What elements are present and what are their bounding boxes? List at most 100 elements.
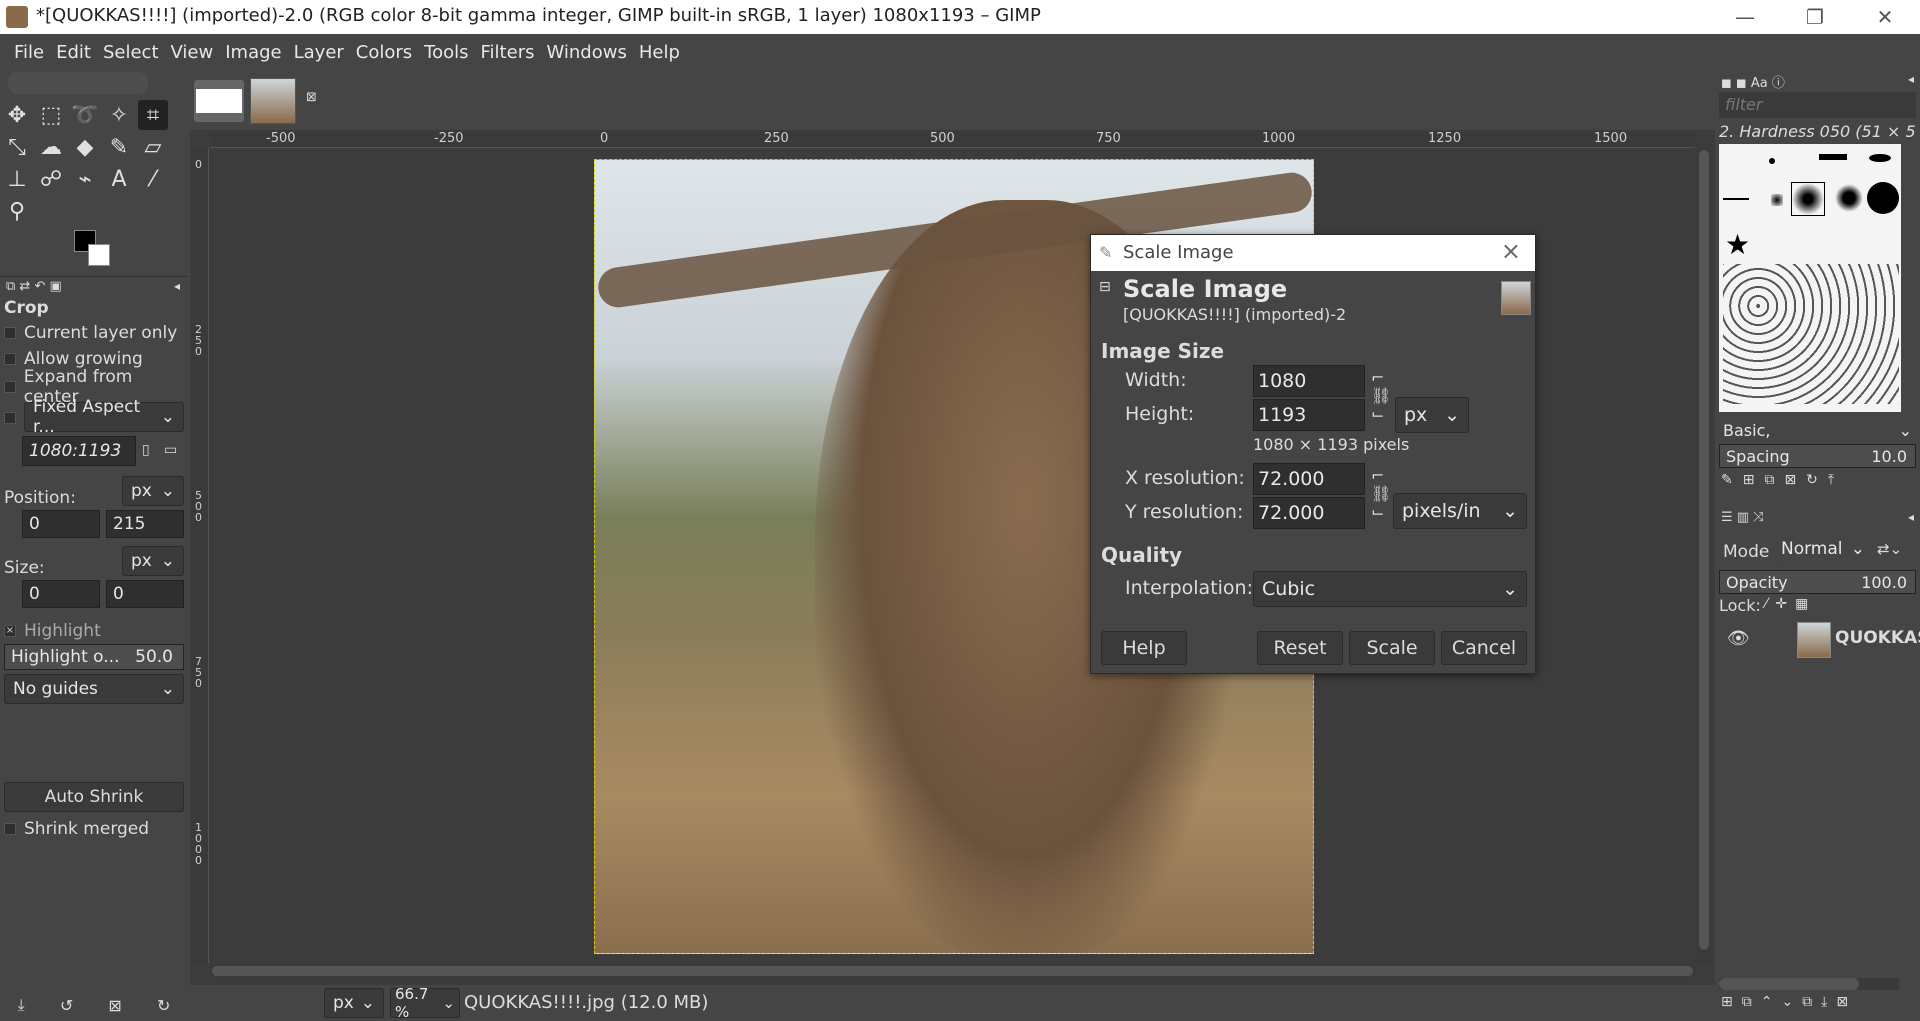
highlight-opacity-slider[interactable]: Highlight o... 50.0 <box>4 644 184 670</box>
size-h-input[interactable]: 0 <box>106 580 184 608</box>
fuzzy-select-tool-icon[interactable]: ✧ <box>104 100 134 130</box>
scroll-thumb[interactable] <box>1719 978 1859 990</box>
reset-button[interactable]: Reset <box>1257 631 1343 665</box>
unit-dropdown[interactable]: px ⌄ <box>324 988 384 1018</box>
opacity-slider[interactable]: Opacity 100.0 <box>1719 570 1916 594</box>
menu-image[interactable]: Image <box>219 42 287 63</box>
brushes-tab-icons[interactable]: ◼ ◼ Aa ⓘ <box>1721 72 1785 91</box>
highlight-toggle[interactable]: × Highlight <box>4 618 101 644</box>
vertical-scrollbar[interactable] <box>1697 148 1711 963</box>
scroll-thumb[interactable] <box>212 966 1693 976</box>
reset-options-icon[interactable]: ↻ <box>157 996 170 1015</box>
auto-shrink-button[interactable]: Auto Shrink <box>4 782 184 812</box>
fixed-aspect-checkbox[interactable] <box>4 412 24 424</box>
text-tool-icon[interactable]: A <box>104 164 134 194</box>
mode-switch-icon[interactable]: ⇄⌄ <box>1877 540 1902 558</box>
tool-options-tab-icon[interactable]: ⧉ ⇄ ↶ ▣ <box>6 279 62 294</box>
zoom-tool-icon[interactable]: ⚲ <box>2 196 32 226</box>
eraser-tool-icon[interactable]: ▱ <box>138 132 168 162</box>
bg-color-swatch[interactable] <box>88 244 110 266</box>
image-tab-1[interactable] <box>194 80 244 122</box>
menu-colors[interactable]: Colors <box>350 42 418 63</box>
cancel-button[interactable]: Cancel <box>1441 631 1527 665</box>
current-layer-only-toggle[interactable]: Current layer only <box>4 320 177 346</box>
help-button[interactable]: Help <box>1101 631 1187 665</box>
paths-tool-icon[interactable]: ⌁ <box>70 164 100 194</box>
position-x-input[interactable]: 0 <box>22 510 100 538</box>
dialog-close-icon[interactable]: × <box>1501 237 1521 265</box>
size-w-input[interactable]: 0 <box>22 580 100 608</box>
layer-name[interactable]: QUOKKAS <box>1835 628 1920 648</box>
checkbox[interactable] <box>4 823 16 835</box>
layer-row[interactable]: 👁 QUOKKAS <box>1717 618 1920 662</box>
menu-view[interactable]: View <box>165 42 220 63</box>
layer-mode-dropdown[interactable]: Normal ⌄ <box>1777 534 1869 564</box>
layers-tab-icons[interactable]: ☰ ▥ ⤨ <box>1721 510 1764 525</box>
menu-help[interactable]: Help <box>633 42 686 63</box>
brush-item[interactable] <box>1723 198 1749 200</box>
brush-item[interactable] <box>1819 154 1847 160</box>
color-picker-tool-icon[interactable]: ⁄ <box>138 164 168 194</box>
size-unit-dropdown[interactable]: px ⌄ <box>122 546 184 576</box>
bucket-fill-tool-icon[interactable]: ◆ <box>70 132 100 162</box>
minimize-button[interactable]: — <box>1715 0 1775 34</box>
checkbox[interactable] <box>4 327 16 339</box>
transform-tool-icon[interactable]: ⤡ <box>2 132 32 162</box>
star-brush-icon[interactable]: ★ <box>1725 228 1750 261</box>
texture-brushes[interactable] <box>1723 264 1899 404</box>
warp-tool-icon[interactable]: ☁ <box>36 132 66 162</box>
brush-item-selected[interactable] <box>1791 182 1825 216</box>
menu-select[interactable]: Select <box>97 42 165 63</box>
size-unit-dropdown[interactable]: px ⌄ <box>1395 397 1469 433</box>
menu-file[interactable]: File <box>8 42 50 63</box>
delete-options-icon[interactable]: ⊠ <box>108 996 121 1015</box>
save-options-icon[interactable]: ⤓ <box>18 995 25 1015</box>
zoom-dropdown[interactable]: 66.7 % ⌄ <box>390 985 460 1021</box>
layer-actions-icons[interactable]: ⊞⧉⌃⌄⧉⤓⊠ <box>1721 994 1857 1010</box>
resolution-chain-icon[interactable]: ⌐ ⛓ ⌙ <box>1371 467 1391 521</box>
menu-filters[interactable]: Filters <box>475 42 541 63</box>
position-y-input[interactable]: 215 <box>106 510 184 538</box>
shrink-merged-toggle[interactable]: Shrink merged <box>4 816 149 842</box>
x-resolution-input[interactable]: 72.000 <box>1253 463 1365 495</box>
configure-tab-icon[interactable]: ◂ <box>1908 510 1914 524</box>
layers-scrollbar[interactable] <box>1719 978 1899 990</box>
brush-item[interactable] <box>1769 158 1775 164</box>
scroll-thumb[interactable] <box>1699 150 1709 950</box>
eye-icon[interactable]: 👁 <box>1727 628 1750 649</box>
portrait-icon[interactable]: ▯ <box>142 442 150 458</box>
menu-tools[interactable]: Tools <box>418 42 474 63</box>
configure-tab-icon[interactable]: ◂ <box>1908 72 1914 86</box>
y-resolution-input[interactable]: 72.000 <box>1253 497 1365 529</box>
interpolation-dropdown[interactable]: Cubic ⌄ <box>1253 571 1527 607</box>
scale-button[interactable]: Scale <box>1349 631 1435 665</box>
restore-options-icon[interactable]: ↺ <box>60 996 73 1015</box>
size-chain-icon[interactable]: ⌐ ⛓ ⌙ <box>1371 369 1391 423</box>
landscape-icon[interactable]: ▭ <box>164 442 177 458</box>
paintbrush-tool-icon[interactable]: ✎ <box>104 132 134 162</box>
brush-actions-icons[interactable]: ✎⊞⧉⊠↻⤒ <box>1721 472 1844 488</box>
position-unit-dropdown[interactable]: px ⌄ <box>122 476 184 506</box>
checkbox[interactable]: × <box>4 625 16 637</box>
fixed-aspect-dropdown[interactable]: Fixed Aspect r... ⌄ <box>24 397 184 437</box>
menu-windows[interactable]: Windows <box>540 42 632 63</box>
menu-edit[interactable]: Edit <box>50 42 97 63</box>
checkbox[interactable] <box>4 381 16 393</box>
brush-item[interactable] <box>1835 184 1863 212</box>
image-tab-2[interactable] <box>250 78 296 124</box>
brush-item[interactable] <box>1867 182 1899 214</box>
checkbox[interactable] <box>4 353 16 365</box>
brush-grid[interactable]: ★ <box>1719 144 1901 412</box>
guides-dropdown[interactable]: No guides ⌄ <box>4 674 184 704</box>
height-input[interactable]: 1193 <box>1253 399 1365 431</box>
restore-button[interactable]: ❐ <box>1785 0 1845 34</box>
brush-preset-dropdown[interactable]: Basic, ⌄ <box>1719 418 1916 442</box>
brush-item[interactable] <box>1869 154 1891 162</box>
menu-layer[interactable]: Layer <box>288 42 350 63</box>
configure-tab-icon[interactable]: ◂ <box>174 279 180 293</box>
clone-tool-icon[interactable]: ⊥ <box>2 164 32 194</box>
resolution-unit-dropdown[interactable]: pixels/in ⌄ <box>1393 493 1527 529</box>
horizontal-scrollbar[interactable] <box>210 964 1695 978</box>
move-tool-icon[interactable]: ✥ <box>2 100 32 130</box>
close-button[interactable]: ✕ <box>1855 0 1915 34</box>
